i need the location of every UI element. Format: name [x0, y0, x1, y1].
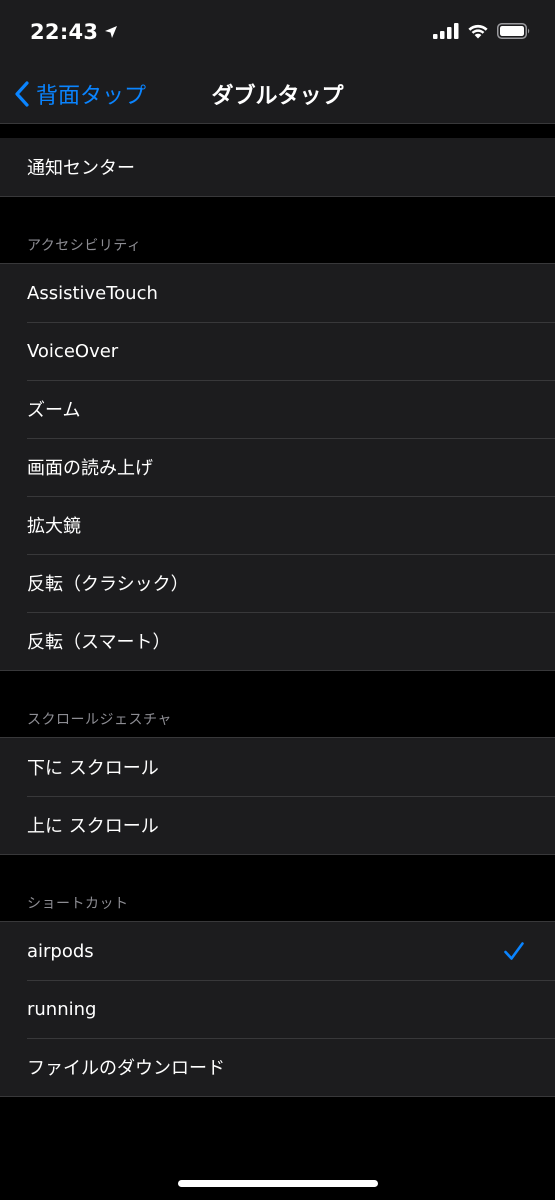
list-item-speak-screen[interactable]: 画面の読み上げ	[0, 438, 555, 496]
list-item-assistivetouch[interactable]: AssistiveTouch	[0, 264, 555, 322]
list-item-label: ファイルのダウンロード	[27, 1058, 225, 1079]
list-item-label: 下に スクロール	[27, 758, 159, 779]
cellular-signal-icon	[433, 23, 459, 39]
list-item-label: 画面の読み上げ	[27, 458, 153, 479]
shortcuts-group: airpods running ファイルのダウンロード	[0, 921, 555, 1097]
home-indicator[interactable]	[178, 1180, 378, 1187]
page-title: ダブルタップ	[211, 84, 344, 109]
list-item-label: 拡大鏡	[27, 516, 81, 537]
list-item-shortcut-airpods[interactable]: airpods	[0, 922, 555, 980]
list-item-label: 通知センター	[27, 158, 135, 179]
section-header-scroll-gestures: スクロールジェスチャ	[27, 712, 172, 728]
accessibility-group: AssistiveTouch VoiceOver ズーム 画面の読み上げ 拡大鏡…	[0, 263, 555, 671]
section-header-accessibility: アクセシビリティ	[27, 238, 142, 254]
list-item-label: running	[27, 998, 97, 1020]
battery-icon	[497, 23, 530, 39]
settings-list[interactable]: 通知センター アクセシビリティ AssistiveTouch VoiceOver…	[0, 124, 555, 1097]
status-bar-indicators	[433, 23, 531, 39]
list-item-label: 反転（スマート）	[27, 632, 171, 653]
list-item-label: airpods	[27, 940, 94, 962]
status-bar-time: 22:43	[30, 20, 118, 44]
checkmark-icon	[504, 942, 524, 960]
top-bar: 22:43 背面タップ ダブルタップ	[0, 0, 555, 124]
list-item-smart-invert[interactable]: 反転（スマート）	[0, 612, 555, 670]
list-item-label: VoiceOver	[27, 340, 119, 362]
list-item-notification-center[interactable]: 通知センター	[0, 138, 555, 196]
list-item-shortcut-running[interactable]: running	[0, 980, 555, 1038]
status-time-text: 22:43	[30, 20, 99, 44]
list-item-scroll-down[interactable]: 下に スクロール	[0, 738, 555, 796]
wifi-icon	[468, 24, 488, 39]
list-item-label: 反転（クラシック）	[27, 574, 189, 595]
location-arrow-icon	[105, 26, 118, 38]
list-item-label: ズーム	[27, 400, 81, 421]
list-item-magnifier[interactable]: 拡大鏡	[0, 496, 555, 554]
list-item-voiceover[interactable]: VoiceOver	[0, 322, 555, 380]
list-item-zoom[interactable]: ズーム	[0, 380, 555, 438]
section-header-shortcuts: ショートカット	[27, 896, 129, 912]
list-item-scroll-up[interactable]: 上に スクロール	[0, 796, 555, 854]
list-item-label: 上に スクロール	[27, 816, 159, 837]
list-item-label: AssistiveTouch	[27, 282, 158, 304]
list-item-shortcut-file-download[interactable]: ファイルのダウンロード	[0, 1038, 555, 1096]
list-item-classic-invert[interactable]: 反転（クラシック）	[0, 554, 555, 612]
top-group: 通知センター	[0, 138, 555, 197]
scroll-gesture-group: 下に スクロール 上に スクロール	[0, 737, 555, 855]
